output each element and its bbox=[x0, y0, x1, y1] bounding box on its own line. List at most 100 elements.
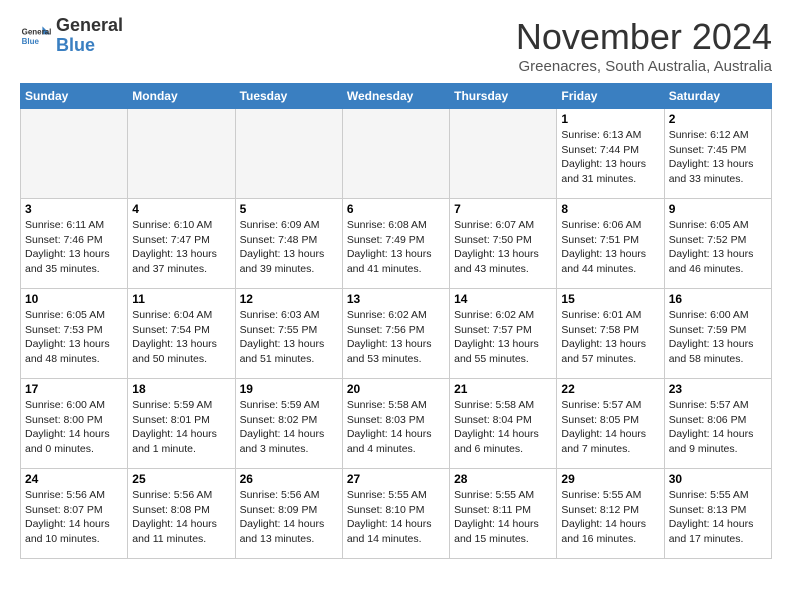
svg-text:Blue: Blue bbox=[22, 37, 40, 46]
weekday-header-tuesday: Tuesday bbox=[235, 84, 342, 109]
calendar-cell: 9 Sunrise: 6:05 AM Sunset: 7:52 PM Daylig… bbox=[664, 199, 771, 289]
day-info: Sunrise: 5:58 AM Sunset: 8:04 PM Dayligh… bbox=[454, 398, 552, 457]
day-info: Sunrise: 6:13 AM Sunset: 7:44 PM Dayligh… bbox=[561, 128, 659, 187]
calendar-cell: 14 Sunrise: 6:02 AM Sunset: 7:57 PM Dayli… bbox=[450, 289, 557, 379]
day-number: 18 bbox=[132, 382, 230, 396]
calendar-cell: 4 Sunrise: 6:10 AM Sunset: 7:47 PM Daylig… bbox=[128, 199, 235, 289]
month-title: November 2024 bbox=[516, 16, 772, 58]
header: General Blue General Blue November 2024 … bbox=[20, 16, 772, 75]
day-number: 13 bbox=[347, 292, 445, 306]
calendar-cell: 3Sunrise: 6:11 AM Sunset: 7:46 PM Daylig… bbox=[21, 199, 128, 289]
calendar-cell: 20Sunrise: 5:58 AM Sunset: 8:03 PM Dayli… bbox=[342, 379, 449, 469]
calendar-cell bbox=[235, 109, 342, 199]
day-number: 6 bbox=[347, 202, 445, 216]
calendar-cell: 1 Sunrise: 6:13 AM Sunset: 7:44 PM Daylig… bbox=[557, 109, 664, 199]
calendar-cell: 6 Sunrise: 6:08 AM Sunset: 7:49 PM Daylig… bbox=[342, 199, 449, 289]
day-number: 27 bbox=[347, 472, 445, 486]
day-info: Sunrise: 6:07 AM Sunset: 7:50 PM Dayligh… bbox=[454, 218, 552, 277]
day-number: 29 bbox=[561, 472, 659, 486]
day-info: Sunrise: 6:12 AM Sunset: 7:45 PM Dayligh… bbox=[669, 128, 767, 187]
calendar-header: SundayMondayTuesdayWednesdayThursdayFrid… bbox=[21, 84, 772, 109]
day-info: Sunrise: 5:57 AM Sunset: 8:05 PM Dayligh… bbox=[561, 398, 659, 457]
calendar-table: SundayMondayTuesdayWednesdayThursdayFrid… bbox=[20, 83, 772, 559]
calendar-cell: 19 Sunrise: 5:59 AM Sunset: 8:02 PM Dayli… bbox=[235, 379, 342, 469]
logo: General Blue General Blue bbox=[20, 16, 123, 56]
calendar-cell bbox=[450, 109, 557, 199]
day-number: 8 bbox=[561, 202, 659, 216]
day-number: 12 bbox=[240, 292, 338, 306]
day-info: Sunrise: 6:03 AM Sunset: 7:55 PM Dayligh… bbox=[240, 308, 338, 367]
weekday-header-sunday: Sunday bbox=[21, 84, 128, 109]
day-number: 26 bbox=[240, 472, 338, 486]
weekday-header-thursday: Thursday bbox=[450, 84, 557, 109]
calendar-cell: 21Sunrise: 5:58 AM Sunset: 8:04 PM Dayli… bbox=[450, 379, 557, 469]
day-number: 17 bbox=[25, 382, 123, 396]
day-info: Sunrise: 6:10 AM Sunset: 7:47 PM Dayligh… bbox=[132, 218, 230, 277]
calendar-cell: 23Sunrise: 5:57 AM Sunset: 8:06 PM Dayli… bbox=[664, 379, 771, 469]
day-info: Sunrise: 5:56 AM Sunset: 8:07 PM Dayligh… bbox=[25, 488, 123, 547]
week-row-3: 10Sunrise: 6:05 AM Sunset: 7:53 PM Dayli… bbox=[21, 289, 772, 379]
day-info: Sunrise: 5:55 AM Sunset: 8:11 PM Dayligh… bbox=[454, 488, 552, 547]
day-info: Sunrise: 6:06 AM Sunset: 7:51 PM Dayligh… bbox=[561, 218, 659, 277]
calendar-cell: 11Sunrise: 6:04 AM Sunset: 7:54 PM Dayli… bbox=[128, 289, 235, 379]
calendar-cell: 7 Sunrise: 6:07 AM Sunset: 7:50 PM Daylig… bbox=[450, 199, 557, 289]
calendar-cell: 16 Sunrise: 6:00 AM Sunset: 7:59 PM Dayli… bbox=[664, 289, 771, 379]
calendar-cell: 25Sunrise: 5:56 AM Sunset: 8:08 PM Dayli… bbox=[128, 469, 235, 559]
day-number: 1 bbox=[561, 112, 659, 126]
calendar-cell: 5 Sunrise: 6:09 AM Sunset: 7:48 PM Daylig… bbox=[235, 199, 342, 289]
week-row-4: 17 Sunrise: 6:00 AM Sunset: 8:00 PM Dayli… bbox=[21, 379, 772, 469]
calendar-cell: 24Sunrise: 5:56 AM Sunset: 8:07 PM Dayli… bbox=[21, 469, 128, 559]
day-number: 3 bbox=[25, 202, 123, 216]
day-info: Sunrise: 6:00 AM Sunset: 8:00 PM Dayligh… bbox=[25, 398, 123, 457]
day-info: Sunrise: 5:59 AM Sunset: 8:02 PM Dayligh… bbox=[240, 398, 338, 457]
day-number: 20 bbox=[347, 382, 445, 396]
svg-text:General: General bbox=[22, 27, 52, 36]
calendar-cell: 10Sunrise: 6:05 AM Sunset: 7:53 PM Dayli… bbox=[21, 289, 128, 379]
day-info: Sunrise: 6:01 AM Sunset: 7:58 PM Dayligh… bbox=[561, 308, 659, 367]
day-info: Sunrise: 6:00 AM Sunset: 7:59 PM Dayligh… bbox=[669, 308, 767, 367]
calendar-cell bbox=[128, 109, 235, 199]
week-row-1: 1 Sunrise: 6:13 AM Sunset: 7:44 PM Daylig… bbox=[21, 109, 772, 199]
location: Greenacres, South Australia, Australia bbox=[516, 58, 772, 75]
day-number: 9 bbox=[669, 202, 767, 216]
weekday-header-saturday: Saturday bbox=[664, 84, 771, 109]
calendar-cell bbox=[342, 109, 449, 199]
calendar-cell: 30Sunrise: 5:55 AM Sunset: 8:13 PM Dayli… bbox=[664, 469, 771, 559]
day-number: 10 bbox=[25, 292, 123, 306]
day-number: 15 bbox=[561, 292, 659, 306]
calendar-cell: 29 Sunrise: 5:55 AM Sunset: 8:12 PM Dayli… bbox=[557, 469, 664, 559]
calendar-cell: 17 Sunrise: 6:00 AM Sunset: 8:00 PM Dayli… bbox=[21, 379, 128, 469]
day-number: 14 bbox=[454, 292, 552, 306]
day-info: Sunrise: 6:02 AM Sunset: 7:57 PM Dayligh… bbox=[454, 308, 552, 367]
week-row-5: 24Sunrise: 5:56 AM Sunset: 8:07 PM Dayli… bbox=[21, 469, 772, 559]
day-info: Sunrise: 5:56 AM Sunset: 8:09 PM Dayligh… bbox=[240, 488, 338, 547]
calendar-cell: 27 Sunrise: 5:55 AM Sunset: 8:10 PM Dayli… bbox=[342, 469, 449, 559]
day-number: 19 bbox=[240, 382, 338, 396]
day-number: 2 bbox=[669, 112, 767, 126]
day-info: Sunrise: 6:05 AM Sunset: 7:52 PM Dayligh… bbox=[669, 218, 767, 277]
title-block: November 2024 Greenacres, South Australi… bbox=[516, 16, 772, 75]
calendar-cell: 26 Sunrise: 5:56 AM Sunset: 8:09 PM Dayli… bbox=[235, 469, 342, 559]
day-number: 7 bbox=[454, 202, 552, 216]
day-number: 16 bbox=[669, 292, 767, 306]
calendar-body: 1 Sunrise: 6:13 AM Sunset: 7:44 PM Daylig… bbox=[21, 109, 772, 559]
calendar-cell: 22 Sunrise: 5:57 AM Sunset: 8:05 PM Dayli… bbox=[557, 379, 664, 469]
page: General Blue General Blue November 2024 … bbox=[0, 0, 792, 575]
day-info: Sunrise: 5:55 AM Sunset: 8:12 PM Dayligh… bbox=[561, 488, 659, 547]
day-number: 5 bbox=[240, 202, 338, 216]
week-row-2: 3Sunrise: 6:11 AM Sunset: 7:46 PM Daylig… bbox=[21, 199, 772, 289]
calendar-cell: 13Sunrise: 6:02 AM Sunset: 7:56 PM Dayli… bbox=[342, 289, 449, 379]
day-number: 30 bbox=[669, 472, 767, 486]
day-number: 28 bbox=[454, 472, 552, 486]
weekday-row: SundayMondayTuesdayWednesdayThursdayFrid… bbox=[21, 84, 772, 109]
calendar-cell: 28 Sunrise: 5:55 AM Sunset: 8:11 PM Dayli… bbox=[450, 469, 557, 559]
logo-line1: General bbox=[56, 16, 123, 36]
day-info: Sunrise: 5:55 AM Sunset: 8:10 PM Dayligh… bbox=[347, 488, 445, 547]
calendar-cell: 2 Sunrise: 6:12 AM Sunset: 7:45 PM Daylig… bbox=[664, 109, 771, 199]
day-info: Sunrise: 6:08 AM Sunset: 7:49 PM Dayligh… bbox=[347, 218, 445, 277]
day-number: 25 bbox=[132, 472, 230, 486]
logo-line2: Blue bbox=[56, 35, 95, 55]
day-number: 22 bbox=[561, 382, 659, 396]
day-number: 4 bbox=[132, 202, 230, 216]
day-info: Sunrise: 6:09 AM Sunset: 7:48 PM Dayligh… bbox=[240, 218, 338, 277]
